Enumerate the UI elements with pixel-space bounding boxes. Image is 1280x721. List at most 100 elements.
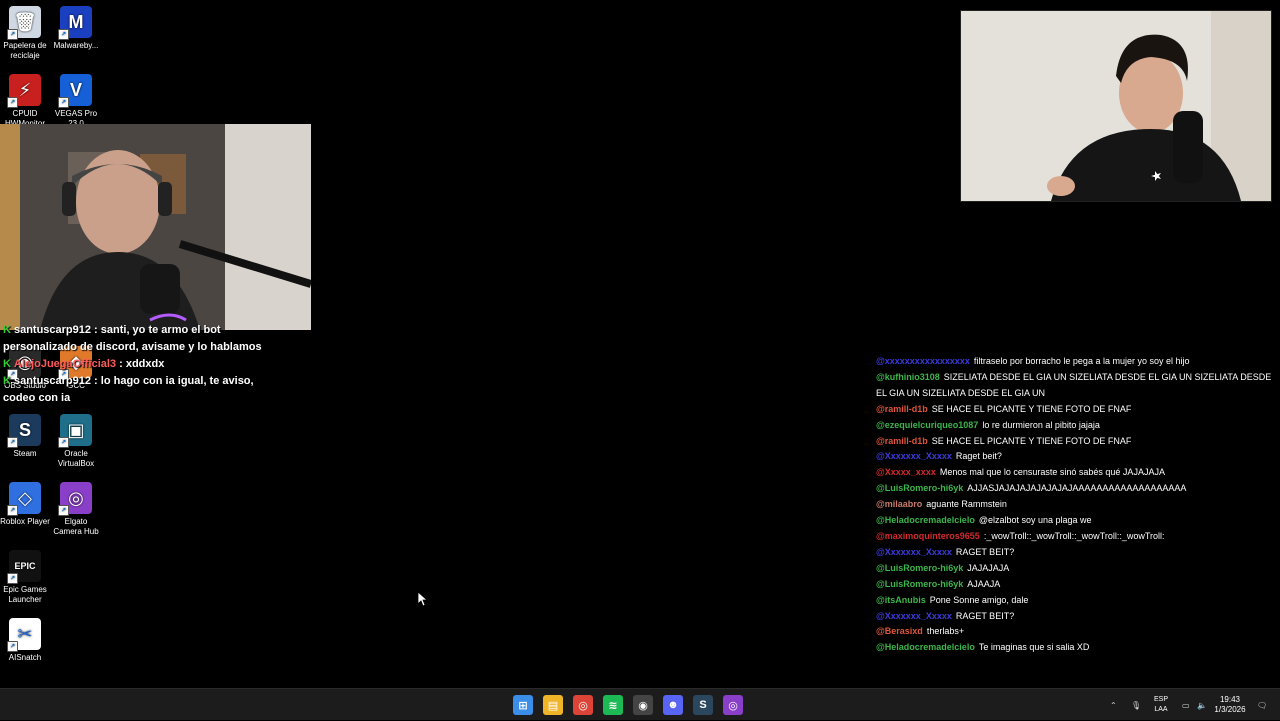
chat-text: : xddxdx <box>116 358 165 370</box>
shortcut-arrow-icon: ↗ <box>58 29 69 40</box>
desktop-shortcut[interactable]: M ↗ Malwareby... <box>51 6 101 51</box>
vegas-pro-icon: V ↗ <box>58 74 92 108</box>
chat-username: @xxxxxxxxxxxxxxxxx <box>876 356 970 366</box>
kick-badge-icon: K <box>3 375 11 387</box>
chat-message: @LuisRomero-hi6yk JAJAJAJA <box>876 561 1276 577</box>
chat-text: filtraselo por borracho le pega a la muj… <box>973 356 1190 366</box>
chat-message: @maximoquinteros9655:_wowTroll::_wowTrol… <box>876 529 1276 545</box>
chat-text: aguante Rammstein <box>926 499 1007 510</box>
chat-message: @itsAnubis Pone Sonne amigo, dale <box>876 593 1276 609</box>
chat-username: @Xxxxxxx_Xxxxx <box>876 610 952 621</box>
desktop-shortcut[interactable]: ⚡↗CPUID HWMonitor <box>0 74 50 129</box>
chat-text: Pone Sonne amigo, dale <box>929 594 1029 605</box>
desktop-shortcut[interactable]: ◎ ↗ Elgato Camera Hub <box>51 482 101 537</box>
chat-text: Raget beit? <box>955 451 1002 462</box>
chat-text: SE HACE EL PICANTE Y TIENE FOTO DE FNAF <box>931 403 1132 414</box>
chrome-icon[interactable]: ◎ <box>573 695 593 715</box>
chat-message: Ksantuscarp912 : lo hago con ia igual, t… <box>3 373 273 407</box>
keyboard-layout: LAA <box>1154 706 1168 713</box>
shortcut-arrow-icon: ↗ <box>58 505 69 516</box>
desktop-shortcut[interactable]: V↗VEGAS Pro 23.0 <box>51 74 101 129</box>
chat-username: @LuisRomero-hi6yk <box>876 578 964 589</box>
chat-text: lo re durmieron al pibito jajaja <box>982 419 1100 430</box>
malwarebytes-icon: M ↗ <box>58 6 92 40</box>
aisnatch-icon: ✂ ↗ <box>7 618 41 652</box>
network-icon[interactable]: ▭ <box>1182 689 1190 721</box>
clock-time: 19:43 <box>1219 695 1241 704</box>
chat-text: AJAAJA <box>967 578 1001 589</box>
language-indicator[interactable]: ESP LAA <box>1150 695 1172 715</box>
desktop-shortcut[interactable]: ◇ ↗ Roblox Player <box>0 482 50 527</box>
desktop-shortcut-label: Malwareby... <box>53 41 99 50</box>
file-explorer-icon[interactable]: ▤ <box>543 695 563 715</box>
shortcut-arrow-icon: ↗ <box>7 573 18 584</box>
chat-text: RAGET BEIT? <box>955 610 1015 621</box>
desktop-shortcut-label: Oracle VirtualBox <box>57 449 95 468</box>
spotify-icon[interactable]: ≋ <box>603 695 623 715</box>
desktop-shortcut[interactable]: ✂ ↗ AISnatch <box>0 618 50 663</box>
microphone-icon[interactable]: 🎙 <box>1131 689 1141 721</box>
streamer-webcam-right <box>960 10 1272 202</box>
desktop-shortcut-label: AISnatch <box>8 653 42 662</box>
obs-taskbar-icon[interactable]: ◉ <box>633 695 653 715</box>
desktop-shortcut[interactable]: 🗑 ↗ Papelera de reciclaje <box>0 6 50 61</box>
chat-message: @Xxxxx_xxxx Menos mal que lo censuraste s… <box>876 465 1276 481</box>
chat-text: Menos mal que lo censuraste sinó sabés q… <box>939 467 1165 478</box>
chat-message: @milaabro aguante Rammstein <box>876 497 1276 513</box>
desktop-shortcut[interactable]: ▣ ↗ Oracle VirtualBox <box>51 414 101 469</box>
chat-message: @ramill-d1b SE HACE EL PICANTE Y TIENE FO… <box>876 402 1276 418</box>
chat-text: :_wowTroll::_wowTroll::_wowTroll::_wowTr… <box>983 530 1165 541</box>
camera-hub-taskbar-icon[interactable]: ◎ <box>723 695 743 715</box>
chat-message: @Xxxxxxx_Xxxxx Raget beit? <box>876 449 1276 465</box>
chat-username: @Xxxxxxx_Xxxxx <box>876 546 952 557</box>
chat-message: @Heladocremadelcielo Te imaginas que si s… <box>876 640 1276 656</box>
mouse-cursor-icon <box>418 592 428 607</box>
volume-icon[interactable]: 🔈 <box>1197 689 1207 721</box>
desktop-shortcut-label: Papelera de reciclaje <box>3 41 47 60</box>
chat-username: @LuisRomero-hi6yk <box>876 562 964 573</box>
streamer-webcam-left <box>0 124 311 330</box>
chat-text: SE HACE EL PICANTE Y TIENE FOTO DE FNAF <box>931 435 1132 446</box>
chat-message: @kufhinio3108 SIZELIATA DESDE EL GIA UN S… <box>876 370 1276 402</box>
shortcut-arrow-icon: ↗ <box>7 437 18 448</box>
desktop-shortcut[interactable]: EPIC ↗ Epic Games Launcher <box>0 550 50 605</box>
chat-text: Te imaginas que si salia XD <box>978 642 1090 653</box>
desktop-shortcut[interactable]: S ↗ Steam <box>0 414 50 459</box>
chat-text: @elzalbot soy una plaga we <box>978 515 1092 526</box>
chat-username: AlejoJuegaOfficial3 <box>13 358 117 370</box>
right-chat-overlay: @xxxxxxxxxxxxxxxxx filtraselo por borrach… <box>876 354 1276 656</box>
chat-text: therlabs+ <box>926 626 965 637</box>
chat-message: @Xxxxxxx_Xxxxx RAGET BEIT? <box>876 545 1276 561</box>
chat-message: Ksantuscarp912 : santi, yo te armo el bo… <box>3 322 273 356</box>
shortcut-arrow-icon: ↗ <box>58 97 69 108</box>
epic-games-icon: EPIC ↗ <box>7 550 41 584</box>
clock[interactable]: 19:43 1/3/2026 <box>1210 695 1250 715</box>
camera-hub-icon: ◎ ↗ <box>58 482 92 516</box>
chat-text: JAJAJAJA <box>967 562 1010 573</box>
shortcut-arrow-icon: ↗ <box>7 97 18 108</box>
desktop-shortcut-label: Epic Games Launcher <box>3 585 47 604</box>
notification-icon[interactable]: 🗨 <box>1257 689 1267 721</box>
virtualbox-icon: ▣ ↗ <box>58 414 92 448</box>
chat-username: @Xxxxx_xxxx <box>876 467 936 478</box>
language-code: ESP <box>1153 696 1168 703</box>
start-button[interactable]: ⊞ <box>513 695 533 715</box>
chat-username: @LuisRomero-hi6yk <box>876 483 964 494</box>
chat-message: @LuisRomero-hi6yk AJAAJA <box>876 577 1276 593</box>
left-chat-overlay: Ksantuscarp912 : santi, yo te armo el bo… <box>3 322 273 407</box>
chat-username: @ramill-d1b <box>876 435 928 446</box>
chat-username: @kufhinio3108 <box>876 371 940 382</box>
kick-badge-icon: K <box>3 358 11 370</box>
chat-username: @Heladocremadelcielo <box>876 642 975 653</box>
chat-username: santuscarp912 <box>13 375 91 387</box>
clock-date: 1/3/2026 <box>1214 705 1246 714</box>
chat-username: @Berasixd <box>876 626 923 637</box>
chat-username: @maximoquinteros9655 <box>876 530 980 541</box>
desktop-shortcut-label: Steam <box>13 449 37 458</box>
chat-username: @itsAnubis <box>876 594 926 605</box>
steam-taskbar-icon[interactable]: S <box>693 695 713 715</box>
chat-message: @Berasixd therlabs+ <box>876 624 1276 640</box>
shortcut-arrow-icon: ↗ <box>7 29 18 40</box>
tray-overflow-icon[interactable]: ⌃ <box>1110 689 1117 721</box>
discord-icon[interactable]: ☻ <box>663 695 683 715</box>
